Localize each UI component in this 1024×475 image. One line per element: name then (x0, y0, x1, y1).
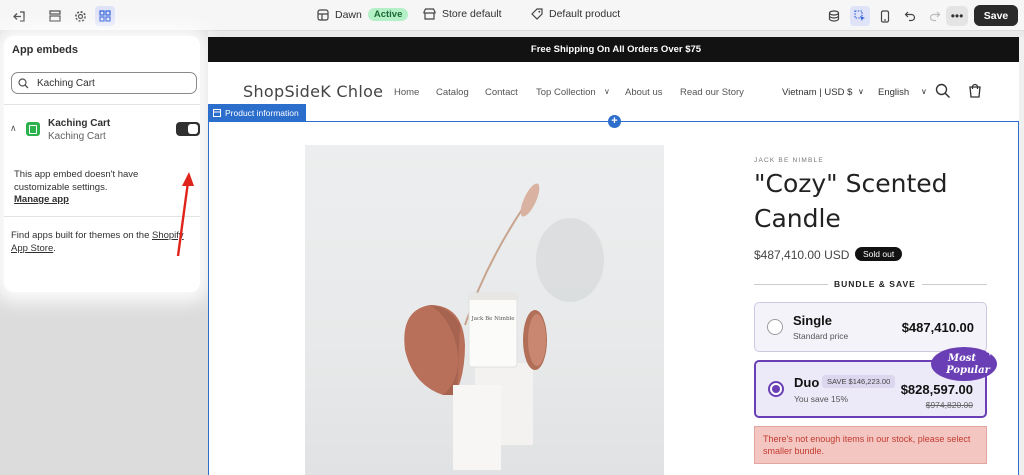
theme-status-badge: Active (367, 8, 409, 21)
more-actions-button[interactable]: ••• (946, 6, 968, 26)
search-icon (18, 77, 29, 88)
store-selector[interactable]: Store default (423, 8, 502, 20)
country-selector[interactable]: Vietnam | USD $ (782, 87, 852, 98)
app-embeds-icon[interactable] (95, 6, 115, 26)
announcement-bar: Free Shipping On All Orders Over $75 (208, 37, 1024, 62)
mobile-preview-icon[interactable] (875, 6, 895, 26)
search-icon[interactable] (935, 83, 951, 99)
bundle-option-price: $487,410.00 (901, 320, 974, 335)
tag-icon (531, 8, 543, 20)
product-vendor: JACK BE NIMBLE (754, 157, 824, 164)
bundle-option-name: Single (793, 313, 833, 328)
app-embed-toggle[interactable] (176, 122, 200, 136)
cart-icon[interactable] (967, 83, 983, 99)
most-popular-badge: Most Popular (931, 347, 997, 381)
find-apps-suffix: . (53, 243, 56, 254)
kaching-app-icon (26, 122, 40, 136)
undo-icon[interactable] (900, 6, 920, 26)
exit-icon[interactable] (9, 6, 29, 26)
nav-contact[interactable]: Contact (485, 87, 518, 98)
popular-line-2: Popular (945, 365, 990, 376)
redo-icon[interactable] (925, 6, 945, 26)
template-selector[interactable]: Default product (531, 8, 620, 20)
bundle-option-old-price: $974,820.00 (925, 400, 973, 410)
app-embed-item[interactable]: ∧ Kaching Cart Kaching Cart (10, 118, 200, 148)
database-icon[interactable] (824, 6, 844, 26)
manage-app-link[interactable]: Manage app (14, 194, 69, 205)
search-value: Kaching Cart (37, 77, 95, 89)
product-title: "Cozy" Scented Candle (754, 169, 948, 233)
store-label: Store default (442, 8, 502, 20)
divider (4, 104, 200, 105)
section-icon (213, 108, 221, 117)
template-label: Default product (549, 8, 621, 20)
app-embed-subtitle: Kaching Cart (48, 131, 106, 142)
product-image[interactable]: Jack Be Nimble (305, 145, 664, 475)
radio-single[interactable] (767, 319, 783, 335)
layout-icon (317, 8, 329, 21)
theme-selector[interactable]: Dawn Active (317, 8, 409, 21)
popular-line-1: Most (947, 353, 976, 364)
chevron-down-icon: ∨ (921, 87, 927, 96)
theme-settings-gear-icon[interactable] (70, 6, 90, 26)
red-arrow-annotation (176, 172, 194, 257)
stock-error-message: There's not enough items in our stock, p… (754, 426, 987, 464)
chevron-up-icon[interactable]: ∧ (10, 123, 17, 134)
store-logo[interactable]: ShopSideK Chloe (243, 82, 383, 101)
section-tag-label: Product information (225, 107, 299, 118)
language-selector[interactable]: English (878, 87, 909, 98)
store-icon (423, 8, 436, 20)
app-embed-name: Kaching Cart (48, 118, 111, 129)
bundle-option-price: $828,597.00 (900, 382, 973, 397)
section-tag[interactable]: Product information (208, 104, 306, 121)
add-section-icon[interactable]: + (608, 115, 621, 128)
bundle-option-name: Duo (794, 375, 820, 390)
store-preview: Free Shipping On All Orders Over $75 Sho… (208, 37, 1024, 475)
radio-duo[interactable] (768, 381, 784, 397)
editor-topbar: Dawn Active Store default Default produc… (0, 0, 1024, 31)
app-embeds-panel: App embeds Kaching Cart ∧ Kaching Cart K… (4, 36, 200, 292)
chevron-down-icon: ∨ (858, 87, 864, 96)
nav-top-collection[interactable]: Top Collection (536, 87, 596, 98)
bundle-heading: BUNDLE & SAVE (828, 279, 922, 289)
chevron-down-icon: ∨ (604, 87, 610, 96)
theme-name: Dawn (335, 8, 362, 21)
bundle-option-subtitle: You save 15% (794, 394, 849, 404)
app-search-input[interactable]: Kaching Cart (11, 72, 197, 94)
nav-catalog[interactable]: Catalog (436, 87, 469, 98)
sections-icon[interactable] (45, 6, 65, 26)
panel-title: App embeds (12, 44, 79, 56)
product-price: $487,410.00 USD (754, 248, 850, 262)
find-apps-prefix: Find apps built for themes on the (11, 230, 152, 241)
bundle-option-subtitle: Standard price (793, 331, 849, 341)
save-button[interactable]: Save (974, 5, 1018, 26)
nav-read-our-story[interactable]: Read our Story (680, 87, 744, 98)
candle-label: Jack Be Nimble (470, 316, 514, 322)
save-badge: SAVE $146,223.00 (822, 375, 896, 388)
inspector-cursor-icon[interactable] (850, 6, 870, 26)
sold-out-badge: Sold out (855, 247, 903, 261)
store-header: ShopSideK Chloe Home Catalog Contact Top… (208, 62, 1024, 122)
nav-about-us[interactable]: About us (625, 87, 663, 98)
nav-home[interactable]: Home (394, 87, 419, 98)
